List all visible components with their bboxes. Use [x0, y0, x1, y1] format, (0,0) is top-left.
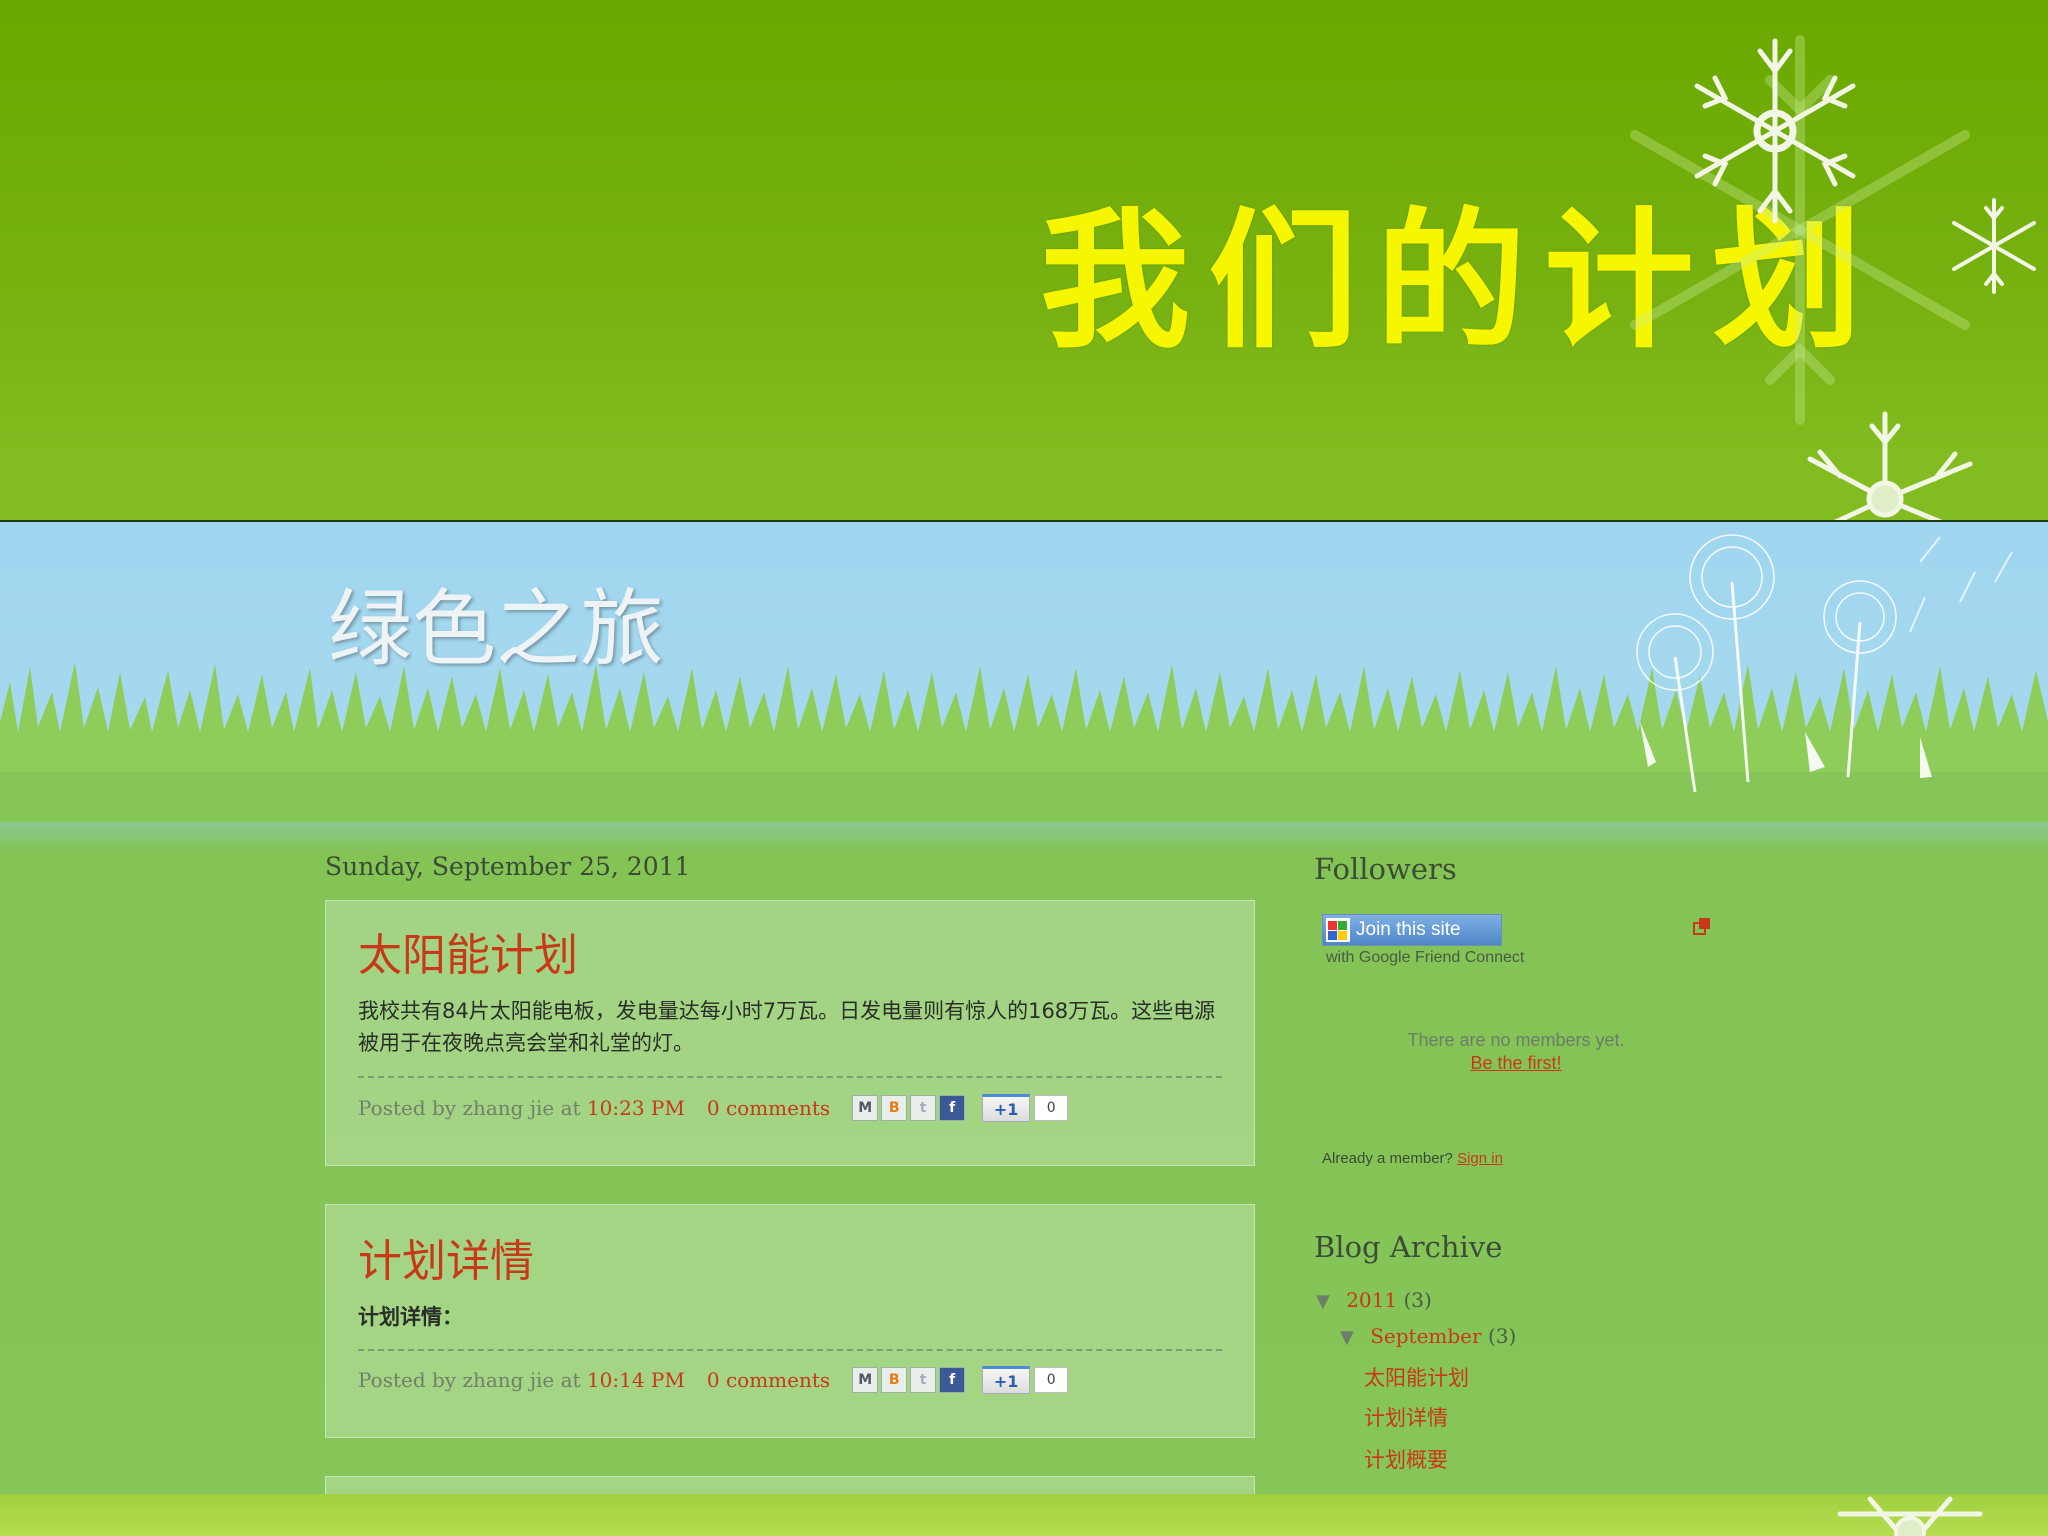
archive-month-link[interactable]: September [1370, 1324, 1481, 1348]
blogger-icon[interactable]: B [881, 1095, 908, 1121]
post-divider [358, 1076, 1222, 1078]
post-card: 计划详情 计划详情： Posted by zhang jie at 10:14 … [325, 1204, 1255, 1438]
plusone-button[interactable]: +1 [982, 1366, 1031, 1394]
archive-post-link[interactable]: 太阳能计划 [1364, 1362, 1469, 1392]
comments-link[interactable]: 0 comments [707, 1368, 830, 1392]
post-footer: Posted by zhang jie at 10:14 PM 0 commen… [358, 1363, 1069, 1397]
archive-year-count: (3) [1403, 1288, 1432, 1312]
facebook-icon[interactable]: f [939, 1367, 966, 1393]
plusone-button[interactable]: +1 [982, 1094, 1031, 1122]
archive-year-row: ▼ 2011 (3) [1316, 1288, 1432, 1312]
sign-in-link[interactable]: Sign in [1457, 1150, 1503, 1167]
followers-title: Followers [1314, 852, 1457, 886]
snowflake-decoration-small [1952, 198, 2036, 294]
post-time-link[interactable]: 10:14 PM [587, 1368, 685, 1392]
expand-triangle-icon[interactable]: ▼ [1316, 1291, 1330, 1312]
snowflake-decoration [1694, 38, 1856, 224]
plusone-count: 0 [1034, 1367, 1069, 1393]
blog-archive-title: Blog Archive [1314, 1230, 1503, 1264]
blog-screenshot: 绿色之旅 Sunday, September 25, 2011 太阳能计划 我校… [0, 520, 2048, 1496]
post-title[interactable]: 计划详情 [358, 1225, 534, 1289]
share-buttons: M B t f +1 0 [852, 1366, 1069, 1394]
post-divider [358, 1349, 1222, 1351]
already-member-text: Already a member? [1322, 1150, 1453, 1167]
gfc-caption: with Google Friend Connect [1326, 949, 1525, 966]
twitter-icon[interactable]: t [910, 1095, 937, 1121]
post-body: 计划详情： [358, 1305, 463, 1329]
share-buttons: M B t f +1 0 [852, 1094, 1069, 1122]
post-card [325, 1476, 1255, 1494]
archive-month-row: ▼ September (3) [1340, 1324, 1516, 1348]
comments-link[interactable]: 0 comments [707, 1096, 830, 1120]
post-card: 太阳能计划 我校共有84片太阳能电板，发电量达每小时7万瓦。日发电量则有惊人的1… [325, 900, 1255, 1166]
popout-icon[interactable] [1692, 916, 1712, 936]
date-header: Sunday, September 25, 2011 [325, 852, 691, 881]
twitter-icon[interactable]: t [910, 1367, 937, 1393]
google-friend-connect-icon [1326, 918, 1350, 942]
blogger-icon[interactable]: B [881, 1367, 908, 1393]
facebook-icon[interactable]: f [939, 1095, 966, 1121]
snowflake-decoration-bottom [1837, 1496, 1983, 1536]
posted-by-text: Posted by zhang jie at [358, 1368, 581, 1392]
blog-title[interactable]: 绿色之旅 [328, 562, 664, 683]
post-title[interactable]: 太阳能计划 [358, 919, 578, 983]
post-time-link[interactable]: 10:23 PM [587, 1096, 685, 1120]
join-site-button[interactable]: Join this site [1322, 914, 1502, 946]
dandelion-decoration [1636, 534, 2013, 793]
slide-bottom-band [0, 1494, 2048, 1536]
post-body: 我校共有84片太阳能电板，发电量达每小时7万瓦。日发电量则有惊人的168万瓦。这… [358, 999, 1216, 1055]
join-site-label: Join this site [1356, 919, 1461, 940]
slide-header: 我们的计划 [0, 0, 2048, 537]
email-icon[interactable]: M [852, 1367, 879, 1393]
archive-post-link[interactable]: 计划详情 [1364, 1402, 1448, 1432]
plusone-count: 0 [1034, 1095, 1069, 1121]
no-members-text: There are no members yet. [1407, 1030, 1625, 1050]
archive-post-link[interactable]: 计划概要 [1364, 1444, 1448, 1474]
posted-by-text: Posted by zhang jie at [358, 1096, 581, 1120]
be-first-link[interactable]: Be the first! [1360, 1053, 1672, 1074]
already-member-row: Already a member? Sign in [1322, 1150, 1503, 1167]
post-footer: Posted by zhang jie at 10:23 PM 0 commen… [358, 1091, 1069, 1125]
expand-triangle-icon[interactable]: ▼ [1340, 1327, 1354, 1348]
archive-month-count: (3) [1487, 1324, 1517, 1348]
archive-year-link[interactable]: 2011 [1346, 1288, 1397, 1312]
email-icon[interactable]: M [852, 1095, 879, 1121]
